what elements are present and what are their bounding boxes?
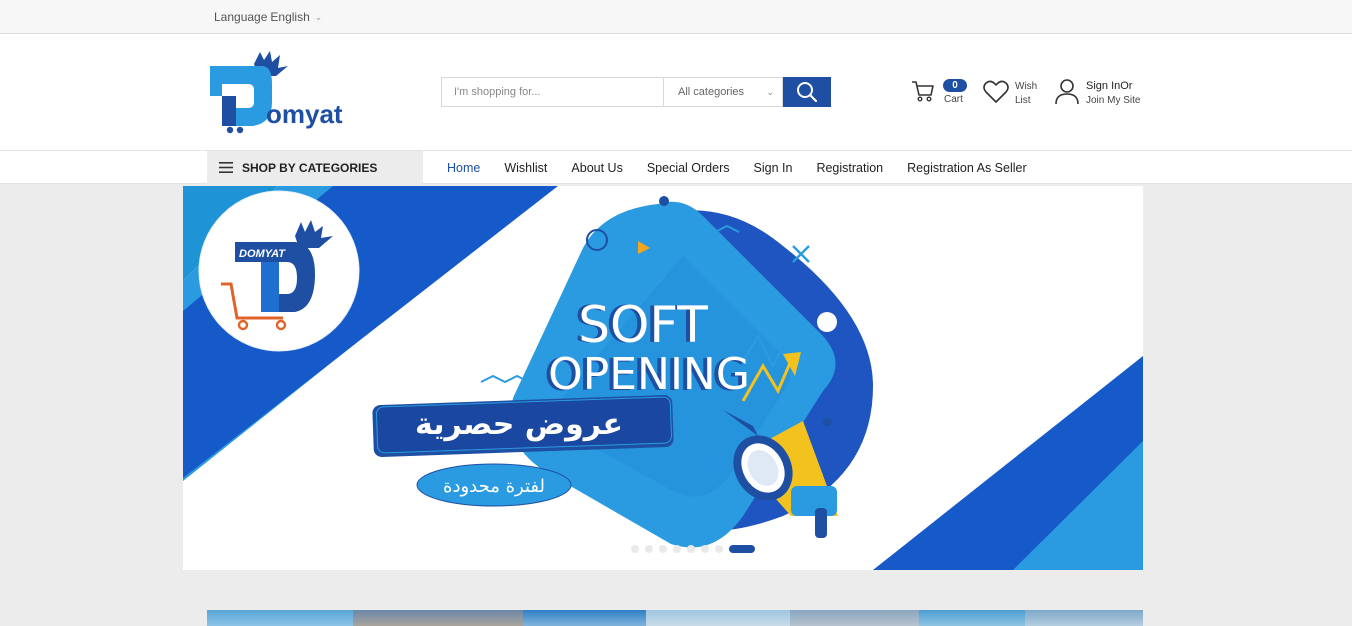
category-image-strip bbox=[207, 610, 1143, 626]
wishlist-button[interactable]: Wish List bbox=[982, 76, 1046, 110]
site-header: omyat All categories ⌄ 0 Cart bbox=[0, 34, 1352, 150]
sign-in-link: Sign InOr bbox=[1086, 80, 1133, 92]
category-image[interactable] bbox=[790, 610, 919, 626]
nav-about-us[interactable]: About Us bbox=[571, 161, 622, 175]
nav-registration[interactable]: Registration bbox=[816, 161, 883, 175]
user-icon bbox=[1055, 79, 1079, 105]
main-navbar: SHOP BY CATEGORIES Home Wishlist About U… bbox=[0, 150, 1352, 184]
wishlist-label: Wish List bbox=[1015, 81, 1038, 106]
cart-label: Cart bbox=[944, 94, 963, 105]
nav-sign-in[interactable]: Sign In bbox=[754, 161, 793, 175]
top-bar: Language English ⌄ bbox=[0, 0, 1352, 34]
slider-dot[interactable] bbox=[631, 545, 639, 553]
nav-home[interactable]: Home bbox=[447, 161, 480, 175]
search-icon bbox=[797, 82, 818, 103]
shop-by-categories-button[interactable]: SHOP BY CATEGORIES bbox=[207, 151, 423, 184]
nav-registration-seller[interactable]: Registration As Seller bbox=[907, 161, 1027, 175]
svg-text:SOFT: SOFT bbox=[578, 296, 708, 354]
slider-dot[interactable] bbox=[645, 545, 653, 553]
slider-dots bbox=[183, 545, 1143, 553]
search-input[interactable] bbox=[441, 77, 663, 107]
slider-dot[interactable] bbox=[715, 545, 723, 553]
category-image[interactable] bbox=[523, 610, 646, 626]
slider-dot-active[interactable] bbox=[729, 545, 755, 553]
cart-count-badge: 0 bbox=[943, 79, 967, 92]
category-image[interactable] bbox=[919, 610, 1025, 626]
slider-dot[interactable] bbox=[673, 545, 681, 553]
cart-icon bbox=[912, 81, 934, 102]
slider-dot[interactable] bbox=[701, 545, 709, 553]
cart-wheel-icon bbox=[226, 126, 234, 134]
nav-special-orders[interactable]: Special Orders bbox=[647, 161, 730, 175]
category-image[interactable] bbox=[646, 610, 790, 626]
banner-logo-text: DOMYAT bbox=[239, 248, 286, 260]
account-button[interactable]: Sign InOr Join My Site bbox=[1054, 76, 1154, 110]
join-link: Join My Site bbox=[1086, 95, 1141, 106]
slider-dot[interactable] bbox=[687, 545, 695, 553]
chevron-down-icon: ⌄ bbox=[766, 86, 774, 97]
category-image[interactable] bbox=[1025, 610, 1143, 626]
heart-icon bbox=[983, 80, 1009, 103]
chevron-down-icon: ⌄ bbox=[314, 11, 323, 22]
hamburger-icon bbox=[219, 162, 233, 173]
arabic-subheadline: لفترة محدودة bbox=[443, 476, 545, 497]
banner-artwork: DOMYAT SOFT SOFT OPENING OPENING عروض حص… bbox=[183, 186, 1143, 570]
logo-text: omyat bbox=[266, 99, 343, 129]
svg-text:OPENING: OPENING bbox=[548, 349, 750, 400]
site-logo[interactable]: omyat bbox=[208, 50, 368, 140]
arabic-headline: عروض حصرية bbox=[415, 407, 623, 442]
nav-menu: Home Wishlist About Us Special Orders Si… bbox=[447, 151, 1027, 184]
slider-dot[interactable] bbox=[659, 545, 667, 553]
nav-wishlist[interactable]: Wishlist bbox=[504, 161, 547, 175]
category-select[interactable]: All categories ⌄ bbox=[663, 77, 783, 107]
language-label: Language bbox=[214, 10, 268, 24]
search-button[interactable] bbox=[783, 77, 831, 107]
language-value: English bbox=[270, 10, 310, 24]
cart-wheel-icon bbox=[236, 126, 244, 134]
logo-d-mark bbox=[210, 66, 272, 126]
shop-by-categories-label: SHOP BY CATEGORIES bbox=[242, 160, 378, 175]
hero-banner[interactable]: DOMYAT SOFT SOFT OPENING OPENING عروض حص… bbox=[183, 186, 1143, 570]
language-selector[interactable]: Language English ⌄ bbox=[214, 10, 322, 24]
category-image[interactable] bbox=[353, 610, 523, 626]
category-image[interactable] bbox=[207, 610, 353, 626]
cart-button[interactable]: 0 Cart bbox=[910, 76, 970, 110]
search-bar: All categories ⌄ bbox=[441, 77, 831, 107]
category-select-value: All categories bbox=[678, 86, 745, 98]
